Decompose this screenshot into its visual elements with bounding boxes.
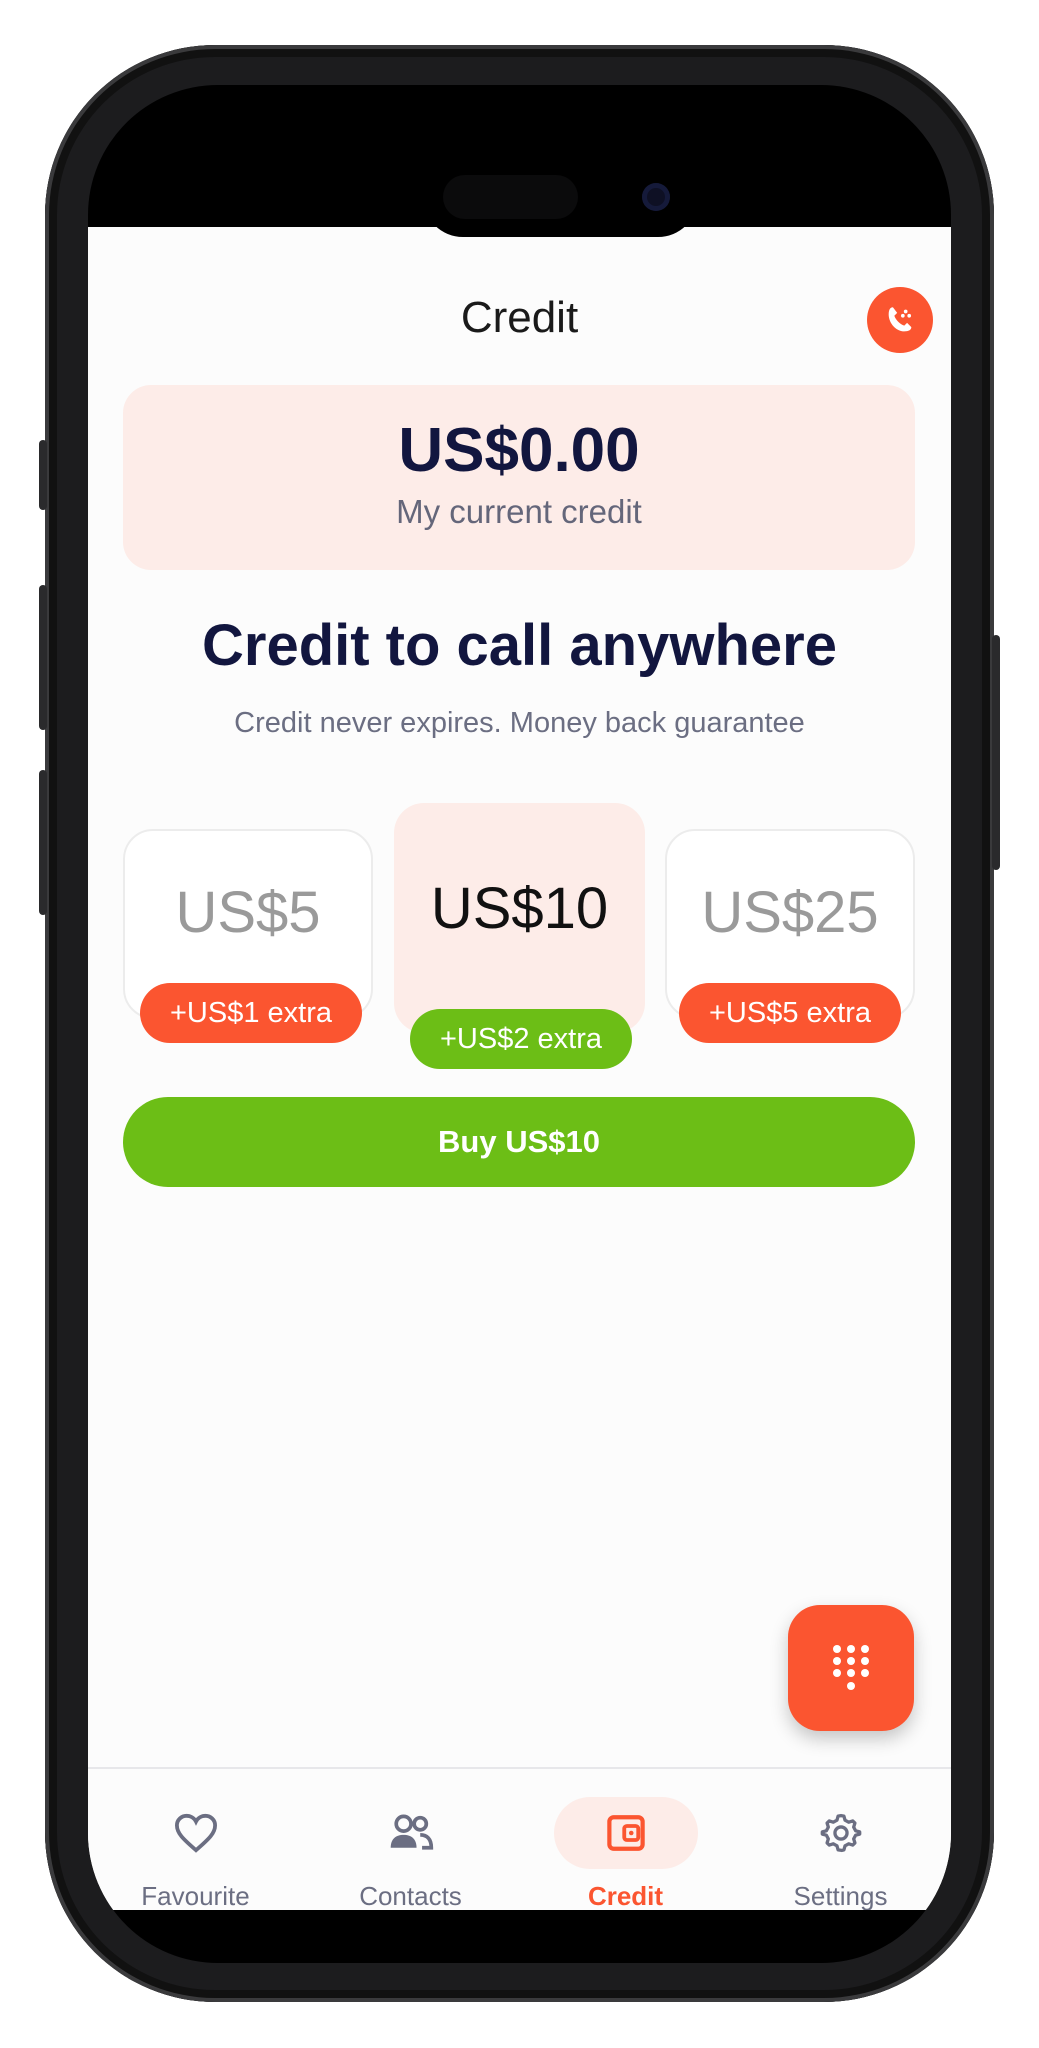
power-button <box>992 635 1000 870</box>
bonus-badge-5: +US$1 extra <box>140 983 362 1043</box>
nav-label: Contacts <box>359 1881 462 1910</box>
gear-icon <box>820 1813 861 1853</box>
nav-label: Credit <box>587 1881 664 1910</box>
nav-icon-wrap <box>339 1797 483 1869</box>
credit-balance: US$0.00 <box>398 416 640 485</box>
dialpad-button[interactable] <box>788 1605 914 1731</box>
front-camera <box>642 183 670 211</box>
nav-item-contacts[interactable]: Contacts <box>303 1769 518 1910</box>
dynamic-island <box>423 157 698 237</box>
credit-option-value: US$5 <box>175 880 321 945</box>
volume-up-button <box>39 585 47 730</box>
app-screen: Credit US$0.00 My current credit Credit … <box>88 227 951 1910</box>
nav-label: Settings <box>793 1881 888 1910</box>
nav-icon-wrap <box>553 1797 698 1869</box>
contacts-icon <box>390 1814 433 1850</box>
nav-item-settings[interactable]: Settings <box>733 1769 948 1910</box>
nav-icon-wrap <box>769 1797 913 1869</box>
buy-credit-button[interactable]: Buy US$10 <box>123 1097 915 1187</box>
bonus-badge-10: +US$2 extra <box>410 1009 632 1069</box>
heart-icon <box>174 1813 217 1853</box>
promo-headline: Credit to call anywhere <box>202 613 837 678</box>
credit-option-10[interactable]: US$10 <box>394 803 645 1033</box>
nav-label: Favourite <box>141 1881 250 1910</box>
credit-balance-label: My current credit <box>396 493 642 530</box>
bottom-navigation: Favourite Contacts Credit Settings <box>88 1767 951 1910</box>
dialpad-icon <box>833 1645 869 1690</box>
mute-switch <box>39 440 47 510</box>
phone-frame: Credit US$0.00 My current credit Credit … <box>39 45 1000 2002</box>
nav-icon-wrap <box>124 1797 268 1869</box>
island-sensor <box>443 175 578 219</box>
nav-item-credit[interactable]: Credit <box>518 1769 733 1910</box>
bonus-badge-25: +US$5 extra <box>679 983 901 1043</box>
phone-icon <box>888 307 912 332</box>
promo-subline: Credit never expires. Money back guarant… <box>234 707 805 739</box>
credit-option-value: US$25 <box>701 880 879 945</box>
page-title: Credit <box>460 293 579 342</box>
call-status-button[interactable] <box>867 287 933 353</box>
nav-item-favourite[interactable]: Favourite <box>88 1769 303 1910</box>
screen-bezel: Credit US$0.00 My current credit Credit … <box>88 85 951 1963</box>
wallet-icon <box>606 1815 645 1851</box>
credit-option-value: US$10 <box>430 876 609 941</box>
current-credit-card: US$0.00 My current credit <box>123 385 915 570</box>
volume-down-button <box>39 770 47 915</box>
